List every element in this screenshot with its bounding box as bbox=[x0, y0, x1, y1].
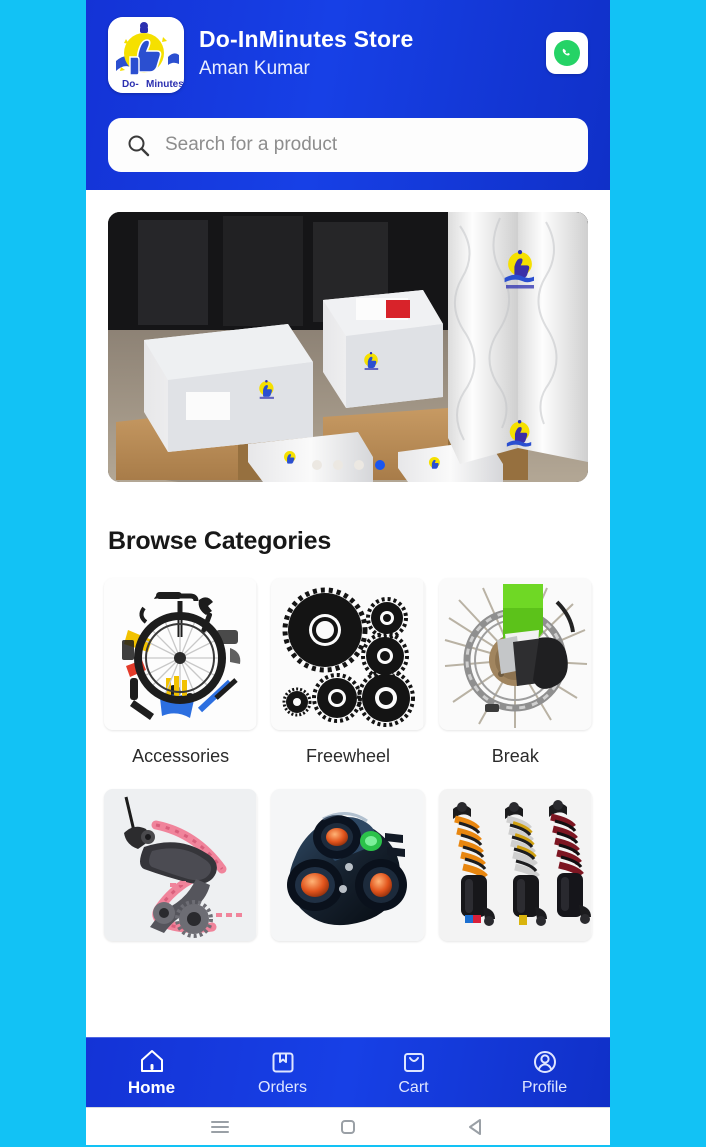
back-button[interactable] bbox=[463, 1114, 489, 1140]
search-icon bbox=[128, 135, 150, 156]
home-square-icon bbox=[341, 1119, 355, 1134]
nav-label: Orders bbox=[258, 1079, 307, 1096]
category-item-freewheel[interactable]: Freewheel bbox=[271, 578, 425, 789]
category-item-break[interactable]: Break bbox=[438, 578, 592, 789]
category-item-accessories[interactable]: Accessories bbox=[104, 578, 258, 789]
do-inminutes-logo-icon: Do- Minutes bbox=[108, 17, 184, 93]
category-item-5[interactable] bbox=[271, 789, 425, 963]
svg-text:Do-: Do- bbox=[122, 79, 139, 90]
category-label: Accessories bbox=[132, 746, 230, 766]
nav-item-orders[interactable]: Orders bbox=[217, 1048, 348, 1097]
carousel-dots[interactable] bbox=[108, 460, 588, 470]
nav-item-cart[interactable]: Cart bbox=[348, 1048, 479, 1097]
back-triangle-icon bbox=[469, 1118, 481, 1135]
system-navigation-bar bbox=[86, 1107, 610, 1145]
category-label: Freewheel bbox=[305, 746, 391, 766]
phone-screen: Do- Minutes Do-InMinutes Store Aman Kuma… bbox=[86, 0, 610, 1107]
carousel-slide-image bbox=[108, 212, 588, 482]
person-icon bbox=[533, 1051, 556, 1073]
category-image-card[interactable] bbox=[438, 789, 592, 941]
carousel-dot-4[interactable] bbox=[374, 460, 385, 470]
store-owner-name: Aman Kumar bbox=[199, 58, 310, 80]
nav-label: Home bbox=[127, 1078, 176, 1097]
header-row: Do- Minutes Do-InMinutes Store Aman Kuma… bbox=[108, 17, 588, 93]
home-content: Browse Categories Accessories Freewheel … bbox=[86, 190, 610, 1107]
category-grid: Accessories Freewheel Break bbox=[104, 578, 592, 963]
carousel-dot-2[interactable] bbox=[332, 460, 343, 470]
svg-text:Minutes: Minutes bbox=[146, 79, 184, 90]
browse-categories-title: Browse Categories bbox=[108, 527, 332, 555]
disc-brake-rotor-icon bbox=[438, 578, 591, 730]
whatsapp-button[interactable] bbox=[546, 32, 588, 74]
search-input-placeholder[interactable]: Search for a product bbox=[165, 134, 337, 156]
nav-label: Profile bbox=[521, 1079, 568, 1096]
category-image-card[interactable] bbox=[271, 578, 425, 730]
promo-carousel[interactable] bbox=[108, 212, 588, 482]
home-button[interactable] bbox=[335, 1114, 361, 1140]
cassette-sprockets-icon bbox=[271, 578, 424, 730]
whatsapp-icon bbox=[554, 40, 580, 66]
category-image-card[interactable] bbox=[104, 789, 258, 941]
home-icon bbox=[140, 1050, 163, 1072]
search-bar[interactable]: Search for a product bbox=[108, 118, 588, 172]
nav-item-profile[interactable]: Profile bbox=[479, 1048, 610, 1097]
bottom-navigation: Home Orders Cart Profile bbox=[86, 1037, 610, 1107]
category-image-card[interactable] bbox=[438, 578, 592, 730]
category-item-4[interactable] bbox=[104, 789, 258, 963]
category-image-card[interactable] bbox=[104, 578, 258, 730]
app-header: Do- Minutes Do-InMinutes Store Aman Kuma… bbox=[86, 0, 610, 190]
bag-icon bbox=[403, 1053, 424, 1072]
hub-assembly-icon bbox=[271, 789, 424, 941]
carousel-dot-3[interactable] bbox=[353, 460, 364, 470]
bicycle-wheel-with-tools-icon bbox=[104, 578, 256, 730]
category-label: Break bbox=[491, 746, 539, 766]
store-info: Do-InMinutes Store Aman Kumar bbox=[199, 17, 531, 80]
carousel-dot-1[interactable] bbox=[311, 460, 322, 470]
nav-label: Cart bbox=[398, 1079, 429, 1096]
category-image-card[interactable] bbox=[271, 789, 425, 941]
rear-derailleur-with-chain-icon bbox=[104, 789, 256, 941]
recents-button[interactable] bbox=[207, 1114, 233, 1140]
store-logo: Do- Minutes bbox=[108, 17, 184, 93]
package-icon bbox=[272, 1052, 293, 1073]
nav-item-home[interactable]: Home bbox=[86, 1047, 217, 1098]
store-name: Do-InMinutes Store bbox=[199, 26, 414, 52]
category-item-6[interactable] bbox=[438, 789, 592, 963]
suspension-shock-absorbers-icon bbox=[438, 789, 591, 941]
recents-menu-icon bbox=[211, 1120, 229, 1133]
